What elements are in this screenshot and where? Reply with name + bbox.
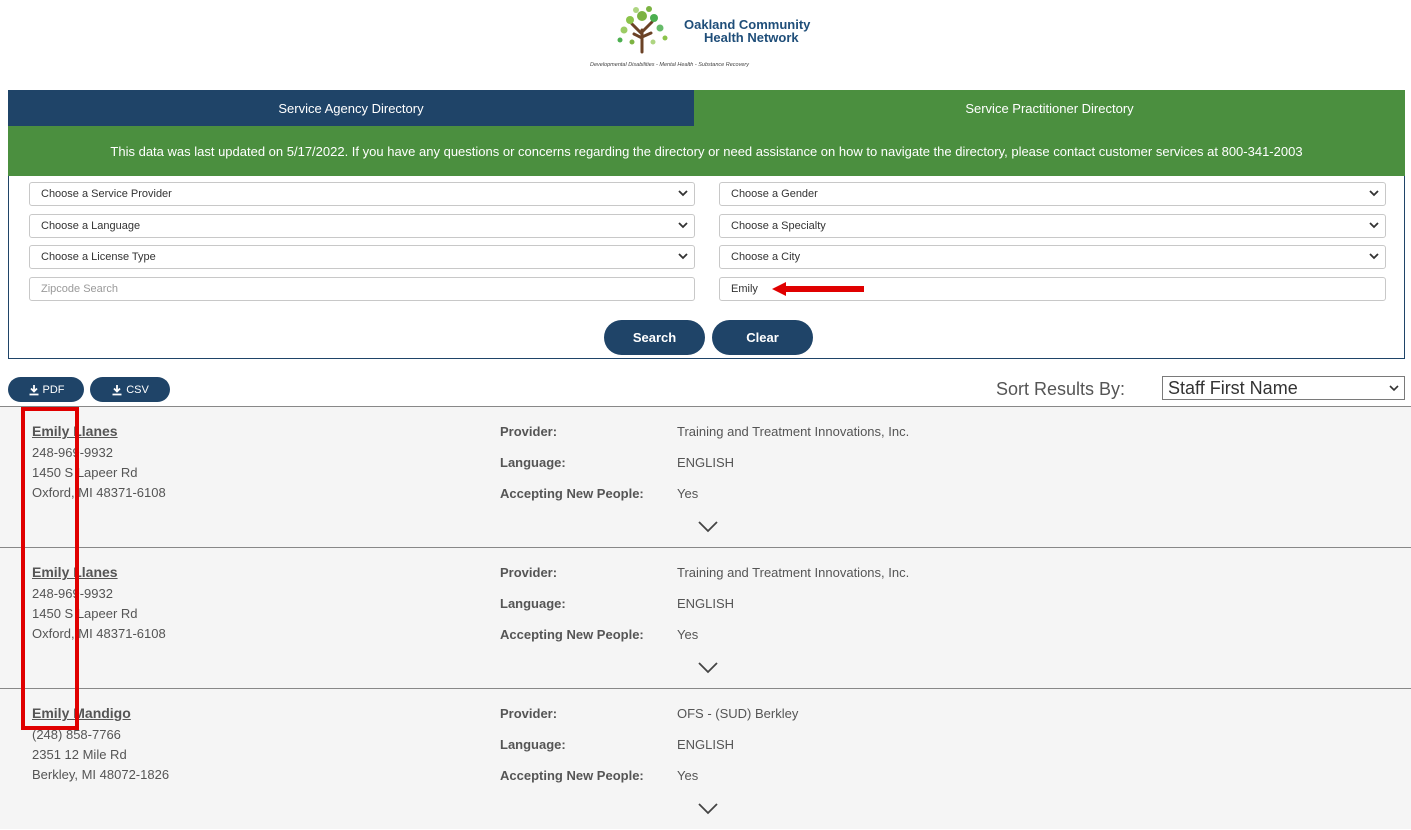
tree-logo-icon <box>617 6 668 54</box>
last-updated-notice: This data was last updated on 5/17/2022.… <box>8 126 1405 176</box>
city-select[interactable]: Choose a City <box>719 245 1386 269</box>
accepting-new-people-label: Accepting New People: <box>500 486 644 501</box>
accepting-new-people-value: Yes <box>677 768 699 783</box>
logo-tagline: Developmental Disabilities - Mental Heal… <box>590 62 749 68</box>
gender-select-value: Choose a Gender <box>731 188 818 200</box>
directory-tabs: Service Agency Directory Service Practit… <box>8 90 1405 126</box>
expand-chevron-icon[interactable] <box>698 803 718 815</box>
gender-select[interactable]: Choose a Gender <box>719 182 1386 206</box>
search-button[interactable]: Search <box>604 320 705 355</box>
city-select-value: Choose a City <box>731 251 801 263</box>
provider-value: Training and Treatment Innovations, Inc. <box>677 424 910 439</box>
accepting-new-people-value: Yes <box>677 486 699 501</box>
language-select-value: Choose a Language <box>41 220 141 232</box>
language-select[interactable]: Choose a Language <box>29 214 695 238</box>
csv-download-button[interactable]: CSV <box>90 377 170 402</box>
chevron-down-icon <box>1369 190 1379 197</box>
csv-button-label: CSV <box>126 383 149 396</box>
result-card: Emily Llanes 248-969-9932 1450 S Lapeer … <box>0 406 1411 547</box>
accepting-new-people-value: Yes <box>677 627 699 642</box>
filter-panel: Choose a Service Provider Choose a Gende… <box>8 176 1405 359</box>
expand-chevron-icon[interactable] <box>698 662 718 674</box>
specialty-select-value: Choose a Specialty <box>731 220 826 232</box>
chevron-down-icon <box>1369 222 1379 229</box>
language-value: ENGLISH <box>677 455 735 470</box>
annotation-highlight-box <box>21 407 79 730</box>
service-provider-select[interactable]: Choose a Service Provider <box>29 182 695 206</box>
sort-select-value: Staff First Name <box>1168 377 1298 398</box>
language-label: Language: <box>500 596 566 611</box>
provider-value: OFS - (SUD) Berkley <box>677 706 799 721</box>
expand-chevron-icon[interactable] <box>698 521 718 533</box>
chevron-down-icon <box>678 253 688 260</box>
provider-label: Provider: <box>500 565 558 580</box>
chevron-down-icon <box>678 222 688 229</box>
result-card: Emily Mandigo (248) 858-7766 2351 12 Mil… <box>0 688 1411 829</box>
annotation-arrow-icon <box>772 282 864 296</box>
sort-results-select[interactable]: Staff First Name <box>1162 376 1405 400</box>
download-icon <box>112 384 122 395</box>
pdf-download-button[interactable]: PDF <box>8 377 84 402</box>
logo-name-line2: Health Network <box>704 30 799 45</box>
sort-results-label: Sort Results By: <box>996 378 1126 399</box>
accepting-new-people-label: Accepting New People: <box>500 627 644 642</box>
specialty-select[interactable]: Choose a Specialty <box>719 214 1386 238</box>
license-type-select[interactable]: Choose a License Type <box>29 245 695 269</box>
ochn-logo: Oakland Community Health Network Develop… <box>590 4 820 84</box>
logo-wordmark: Oakland Community Health Network <box>684 18 810 44</box>
chevron-down-icon <box>1369 253 1379 260</box>
provider-label: Provider: <box>500 424 558 439</box>
download-icon <box>29 384 38 395</box>
practitioner-address-line1: 2351 12 Mile Rd <box>32 747 127 762</box>
accepting-new-people-label: Accepting New People: <box>500 768 644 783</box>
provider-value: Training and Treatment Innovations, Inc. <box>677 565 910 580</box>
result-card: Emily Llanes 248-969-9932 1450 S Lapeer … <box>0 547 1411 688</box>
license-type-select-value: Choose a License Type <box>41 251 156 263</box>
language-value: ENGLISH <box>677 596 735 611</box>
pdf-button-label: PDF <box>42 383 65 396</box>
clear-button[interactable]: Clear <box>712 320 813 355</box>
language-label: Language: <box>500 455 566 470</box>
provider-label: Provider: <box>500 706 558 721</box>
zipcode-search-input[interactable]: Zipcode Search <box>29 277 695 301</box>
practitioner-address-line2: Berkley, MI 48072-1826 <box>32 767 170 782</box>
chevron-down-icon <box>1389 385 1399 392</box>
language-label: Language: <box>500 737 566 752</box>
language-value: ENGLISH <box>677 737 735 752</box>
tab-service-agency-directory[interactable]: Service Agency Directory <box>8 90 694 126</box>
chevron-down-icon <box>678 190 688 197</box>
tab-service-practitioner-directory[interactable]: Service Practitioner Directory <box>694 90 1405 126</box>
service-provider-select-value: Choose a Service Provider <box>41 188 172 200</box>
